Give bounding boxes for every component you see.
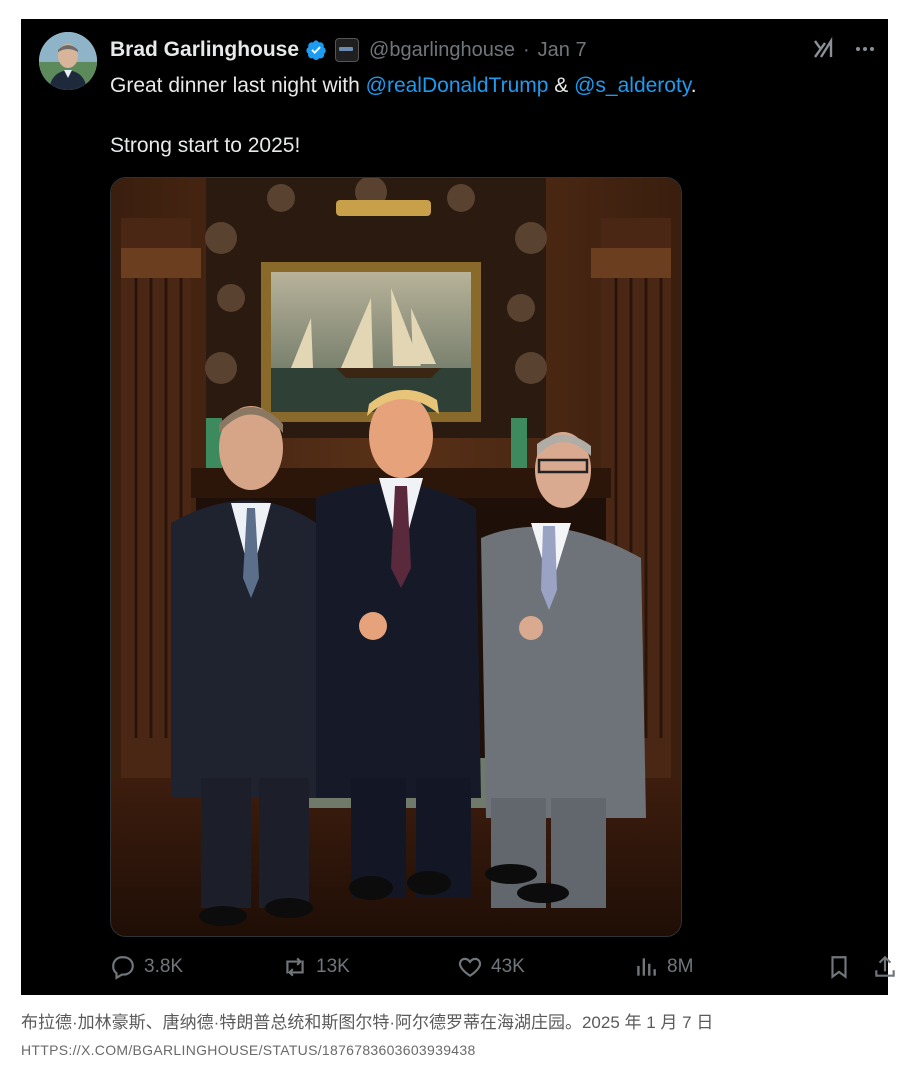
bookmark-button[interactable]	[826, 951, 860, 983]
text-mid: &	[548, 74, 575, 97]
tweet-photo[interactable]	[110, 177, 682, 937]
tweet-text: Great dinner last night with @realDonald…	[110, 71, 850, 161]
share-button[interactable]	[872, 951, 906, 983]
reply-count: 3.8K	[144, 956, 184, 977]
author-name[interactable]: Brad Garlinghouse	[110, 38, 299, 62]
repost-icon	[286, 957, 304, 977]
verified-badge-icon	[306, 40, 326, 61]
like-button[interactable]: 43K	[457, 951, 525, 983]
mention-link[interactable]: @s_alderoty	[574, 74, 691, 97]
bookmark-icon	[831, 956, 847, 979]
tweet-text-line2: Strong start to 2025!	[110, 134, 301, 157]
action-bar: 3.8K 13K 43K 8M	[110, 951, 895, 983]
view-count: 8M	[667, 956, 694, 977]
source-url[interactable]: HTTPS://X.COM/BGARLINGHOUSE/STATUS/18767…	[21, 1042, 476, 1058]
tweet-text-line1: Great dinner last night with @realDonald…	[110, 71, 850, 101]
author-avatar[interactable]	[39, 32, 97, 90]
reply-button[interactable]: 3.8K	[110, 951, 183, 983]
affiliation-badge-icon[interactable]	[335, 38, 360, 62]
mention-link[interactable]: @realDonaldTrump	[366, 74, 549, 97]
tweet-card: Brad Garlinghouse @bgarlinghouse · Jan 7…	[21, 19, 895, 995]
grok-icon[interactable]	[811, 35, 837, 61]
author-header: Brad Garlinghouse @bgarlinghouse · Jan 7	[110, 35, 587, 65]
reply-icon	[112, 956, 134, 980]
views-icon	[637, 958, 656, 976]
text-suffix: .	[690, 74, 697, 97]
author-handle[interactable]: @bgarlinghouse	[369, 39, 515, 62]
photo-caption: 布拉德·加林豪斯、唐纳德·特朗普总统和斯图尔特·阿尔德罗蒂在海湖庄园。2025 …	[21, 1013, 714, 1032]
heart-icon	[458, 957, 482, 977]
more-options-icon[interactable]	[853, 37, 877, 61]
repost-count: 13K	[316, 956, 350, 977]
share-icon	[875, 955, 895, 977]
like-count: 43K	[491, 956, 525, 977]
repost-button[interactable]: 13K	[282, 951, 350, 983]
views-button[interactable]: 8M	[633, 951, 693, 983]
header-separator: ·	[523, 38, 530, 61]
text-prefix: Great dinner last night with	[110, 74, 366, 97]
post-date[interactable]: Jan 7	[538, 39, 587, 62]
